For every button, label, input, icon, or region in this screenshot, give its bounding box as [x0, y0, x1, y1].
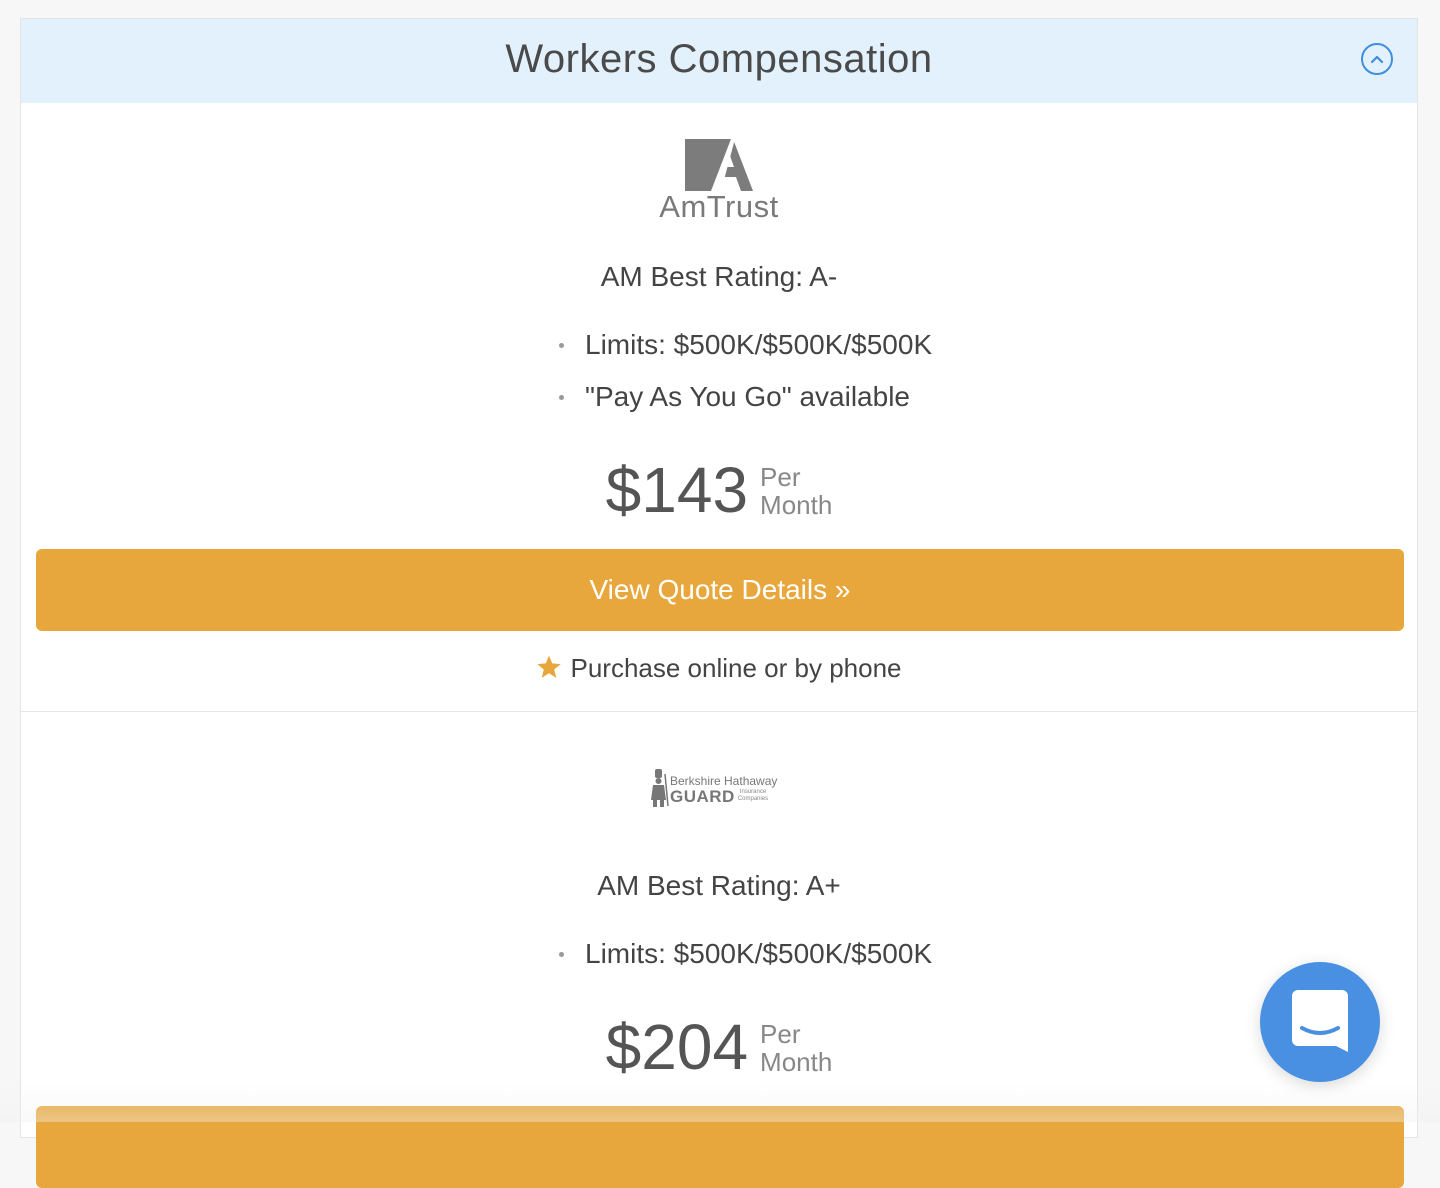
carrier-logo-guard: Berkshire Hathaway GUARD Insurance Compa… — [21, 768, 1417, 808]
price-amount: $143 — [606, 455, 748, 525]
feature-list: Limits: $500K/$500K/$500K "Pay As You Go… — [559, 325, 932, 429]
carrier-logo-amtrust: AmTrust — [21, 139, 1417, 225]
bullet-icon — [559, 343, 564, 348]
feature-item: Limits: $500K/$500K/$500K — [559, 934, 932, 986]
guard-logo-line2: GUARD — [670, 787, 735, 807]
price-period: PerMonth — [760, 463, 832, 519]
amtrust-logo-mark — [685, 139, 753, 191]
star-icon — [536, 654, 562, 687]
purchase-note-text: Purchase online or by phone — [570, 653, 901, 683]
view-quote-details-button-partial[interactable] — [36, 1106, 1404, 1188]
bullet-icon — [559, 952, 564, 957]
feature-text: "Pay As You Go" available — [585, 381, 910, 412]
price-period-month: Month — [760, 1047, 832, 1077]
quote-card: AmTrust AM Best Rating: A- Limits: $500K… — [21, 103, 1417, 712]
chat-bubble-icon — [1292, 990, 1348, 1054]
guard-soldier-icon — [648, 768, 670, 808]
guard-logo-line1: Berkshire Hathaway — [670, 774, 777, 788]
bullet-icon — [559, 395, 564, 400]
price-period-per: Per — [760, 1019, 800, 1049]
chevron-up-icon — [1370, 53, 1384, 65]
panel-header[interactable]: Workers Compensation — [21, 19, 1417, 103]
am-best-rating: AM Best Rating: A- — [21, 261, 1417, 293]
price-period: PerMonth — [760, 1020, 832, 1076]
price-period-month: Month — [760, 490, 832, 520]
purchase-note: Purchase online or by phone — [21, 653, 1417, 687]
quote-card: Berkshire Hathaway GUARD Insurance Compa… — [21, 712, 1417, 1142]
feature-item: Limits: $500K/$500K/$500K — [559, 325, 932, 377]
amtrust-logo-text: AmTrust — [21, 189, 1417, 225]
price-period-per: Per — [760, 462, 800, 492]
view-quote-details-button[interactable]: View Quote Details » — [36, 549, 1404, 631]
feature-text: Limits: $500K/$500K/$500K — [585, 329, 932, 360]
guard-logo-line3: Insurance Companies — [735, 789, 771, 803]
price-display: $204PerMonth — [21, 1012, 1417, 1082]
am-best-rating: AM Best Rating: A+ — [21, 870, 1417, 902]
feature-list: Limits: $500K/$500K/$500K — [559, 934, 932, 986]
price-amount: $204 — [606, 1012, 748, 1082]
feature-text: Limits: $500K/$500K/$500K — [585, 938, 932, 969]
price-display: $143PerMonth — [21, 455, 1417, 525]
collapse-toggle-button[interactable] — [1361, 43, 1393, 75]
panel-title: Workers Compensation — [21, 37, 1417, 82]
workers-comp-panel: Workers Compensation AmTrust AM Best Rat… — [20, 18, 1418, 1138]
chat-launcher-button[interactable] — [1260, 962, 1380, 1082]
feature-item: "Pay As You Go" available — [559, 377, 932, 429]
